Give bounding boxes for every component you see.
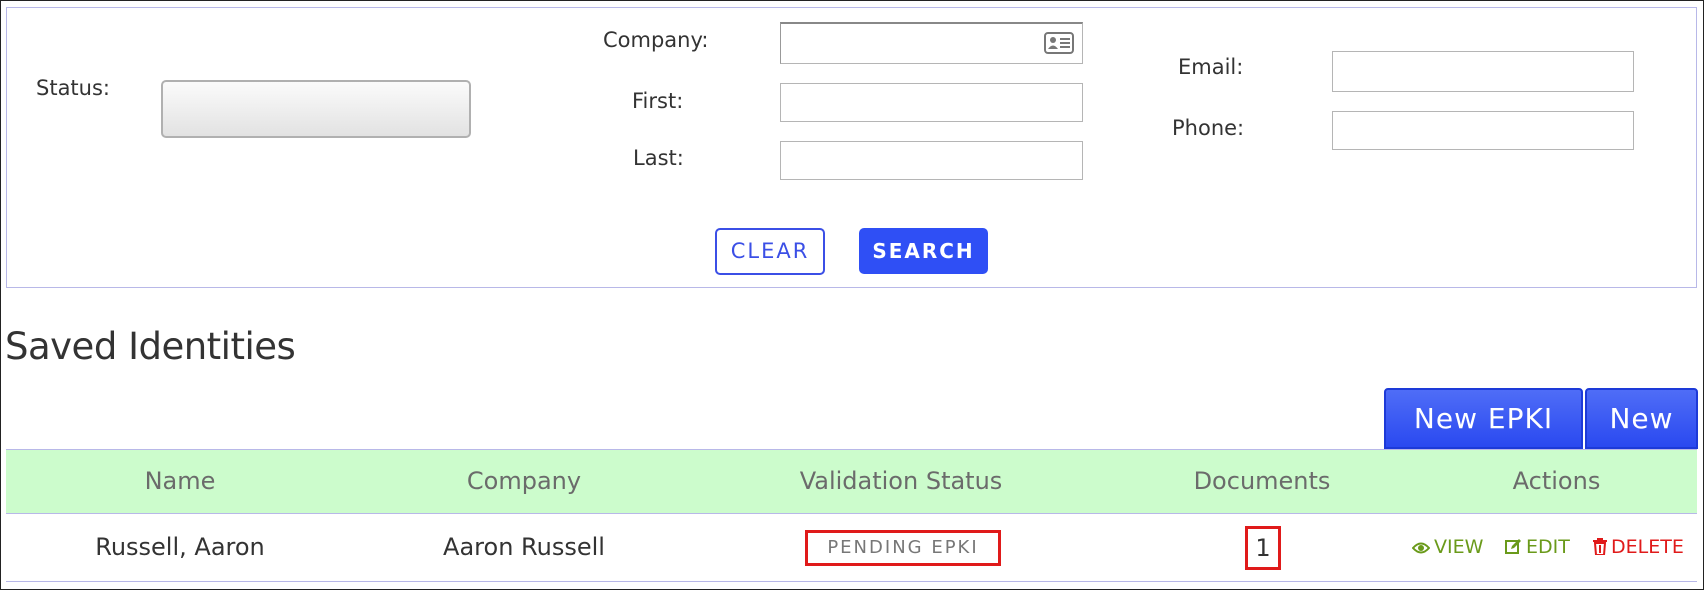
status-badge: PENDING EPKI [805, 530, 1001, 566]
clear-button[interactable]: CLEAR [715, 228, 825, 275]
last-label: Last: [633, 146, 684, 170]
column-header-validation-status: Validation Status [799, 467, 1003, 495]
column-header-name: Name [144, 467, 216, 495]
contact-card-icon [1044, 32, 1074, 54]
new-button[interactable]: New [1585, 388, 1698, 449]
last-name-field[interactable] [780, 141, 1083, 180]
column-header-documents: Documents [1193, 467, 1331, 495]
delete-action[interactable]: DELETE [1593, 514, 1684, 581]
first-label: First: [632, 89, 684, 113]
row-company: Aaron Russell [443, 533, 605, 561]
table-row: Russell, Aaron Aaron Russell PENDING EPK… [6, 514, 1697, 582]
trash-icon [1593, 538, 1607, 556]
table-header: Name Company Validation Status Documents… [6, 449, 1697, 514]
company-field[interactable] [780, 22, 1083, 64]
status-label: Status: [36, 76, 110, 100]
page-title: Saved Identities [5, 325, 296, 368]
column-header-company: Company [466, 467, 582, 495]
edit-action[interactable]: EDIT [1505, 514, 1570, 581]
first-name-field[interactable] [780, 83, 1083, 122]
view-label: VIEW [1434, 536, 1484, 558]
documents-count: 1 [1245, 526, 1281, 570]
email-label: Email: [1178, 55, 1244, 79]
eye-icon [1411, 542, 1431, 554]
row-name: Russell, Aaron [95, 533, 265, 561]
company-label: Company: [603, 28, 709, 52]
edit-icon [1505, 539, 1521, 554]
phone-label: Phone: [1172, 116, 1245, 140]
phone-field[interactable] [1332, 111, 1634, 150]
search-panel: Status: Company: First: Last: Email: Pho… [6, 7, 1697, 288]
column-header-actions: Actions [1512, 467, 1601, 495]
delete-label: DELETE [1611, 536, 1684, 558]
search-button[interactable]: SEARCH [859, 228, 988, 274]
view-action[interactable]: VIEW [1411, 514, 1484, 581]
new-epki-button[interactable]: New EPKI [1384, 388, 1583, 449]
status-select[interactable] [161, 80, 471, 138]
edit-label: EDIT [1526, 536, 1570, 558]
email-field[interactable] [1332, 51, 1634, 92]
